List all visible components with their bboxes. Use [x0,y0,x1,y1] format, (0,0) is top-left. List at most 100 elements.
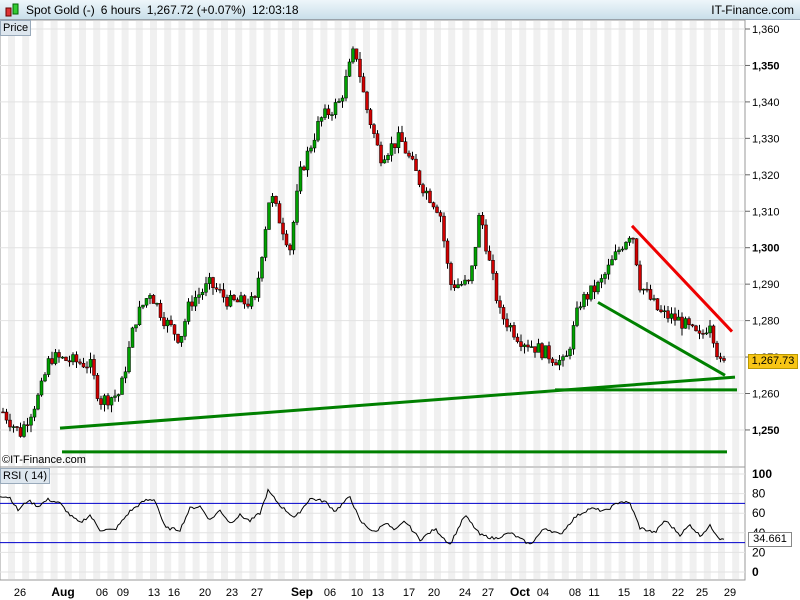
candle-body [130,327,135,348]
candle-body [253,296,257,298]
day-stripe [675,468,683,579]
day-stripe [277,21,285,466]
y-tick-label: 1,290 [752,279,780,291]
candle-body [288,244,292,251]
candle-body [477,215,481,248]
candle-body [67,360,72,363]
candle-body [347,61,352,77]
candle-body [473,246,478,267]
candle-body [655,298,660,311]
day-stripe [703,21,711,466]
day-stripe [377,468,385,579]
rsi-tick-label: 100 [752,467,772,481]
x-tick-label: 17 [403,587,415,599]
day-stripe [292,468,299,579]
day-stripe [533,21,541,466]
candle-body [596,281,600,293]
candle-body [190,301,194,307]
candle-body [634,238,639,266]
candle-body [106,395,110,406]
chart-canvas[interactable]: 1,360 1,350 1,340 1,330 1,320 1,310 1,300 1,290… [0,0,800,600]
y-tick-label: 1,340 [752,97,780,109]
candle-body [123,371,128,379]
candle-body [340,97,345,102]
candle-body [302,166,306,171]
x-tick-label: 18 [643,587,655,599]
candle-body [169,319,173,325]
candle-body [550,358,555,363]
candle-body [78,361,82,364]
day-stripe [348,21,356,466]
day-stripe [192,21,200,466]
day-stripe [718,21,725,466]
candle-body [585,294,590,300]
day-stripe [36,468,44,579]
candle-body [456,284,460,288]
day-stripe [519,21,527,466]
candle-body [704,332,709,335]
day-stripe [221,468,228,579]
candle-body [508,325,513,328]
candle-body [445,240,450,264]
rsi-tick-label: 60 [752,506,766,520]
day-stripe [121,468,129,579]
day-stripe [221,21,228,466]
x-tick-label: 20 [428,587,440,599]
day-stripe [178,21,186,466]
candle-body [109,397,114,406]
day-stripe [490,468,498,579]
candle-body [330,114,334,116]
candle-body [92,359,96,376]
candle-body [81,362,86,368]
candle-body [512,325,516,338]
candle-body [648,289,653,300]
candle-body [515,336,520,342]
rsi-panel-label: RSI ( 14) [0,468,51,484]
day-stripe [604,21,612,466]
rsi-value-badge: 34.661 [748,532,792,547]
candle-body [533,346,537,353]
candle-body [718,356,723,359]
day-stripe [590,468,598,579]
candle-body [242,295,247,305]
candle-body [631,237,635,240]
day-stripe [732,21,740,466]
day-stripe [50,468,58,579]
day-stripe [505,468,512,579]
candle-body [18,427,23,437]
candle-body [71,354,75,363]
candle-body [613,251,618,260]
day-stripe [164,468,172,579]
day-stripe [334,468,342,579]
candle-body [494,273,499,301]
x-tick-label: 08 [569,587,581,599]
candle-body [46,358,51,375]
candle-body [571,325,576,350]
candle-body [53,352,58,364]
day-stripe [22,468,30,579]
candle-body [155,302,159,305]
candle-body [200,291,205,296]
x-tick-label: 26 [14,587,26,599]
candle-body [260,257,264,279]
candle-body [498,300,502,308]
candle-body [176,333,180,343]
candle-body [207,277,212,284]
day-stripe [561,468,569,579]
x-tick-label: 23 [226,587,238,599]
day-stripe [164,21,172,466]
candle-body [386,155,390,160]
day-stripe [505,21,512,466]
candle-body [659,309,663,312]
candle-body [309,147,313,152]
day-stripe [306,468,314,579]
candle-body [438,212,443,217]
day-stripe [178,468,186,579]
candle-body [641,288,646,291]
candle-body [564,355,569,357]
rsi-tick-label: 0 [752,565,759,579]
x-tick-label: 04 [537,587,549,599]
day-stripe [320,21,328,466]
candle-body [459,283,464,286]
candle-body [295,190,299,223]
